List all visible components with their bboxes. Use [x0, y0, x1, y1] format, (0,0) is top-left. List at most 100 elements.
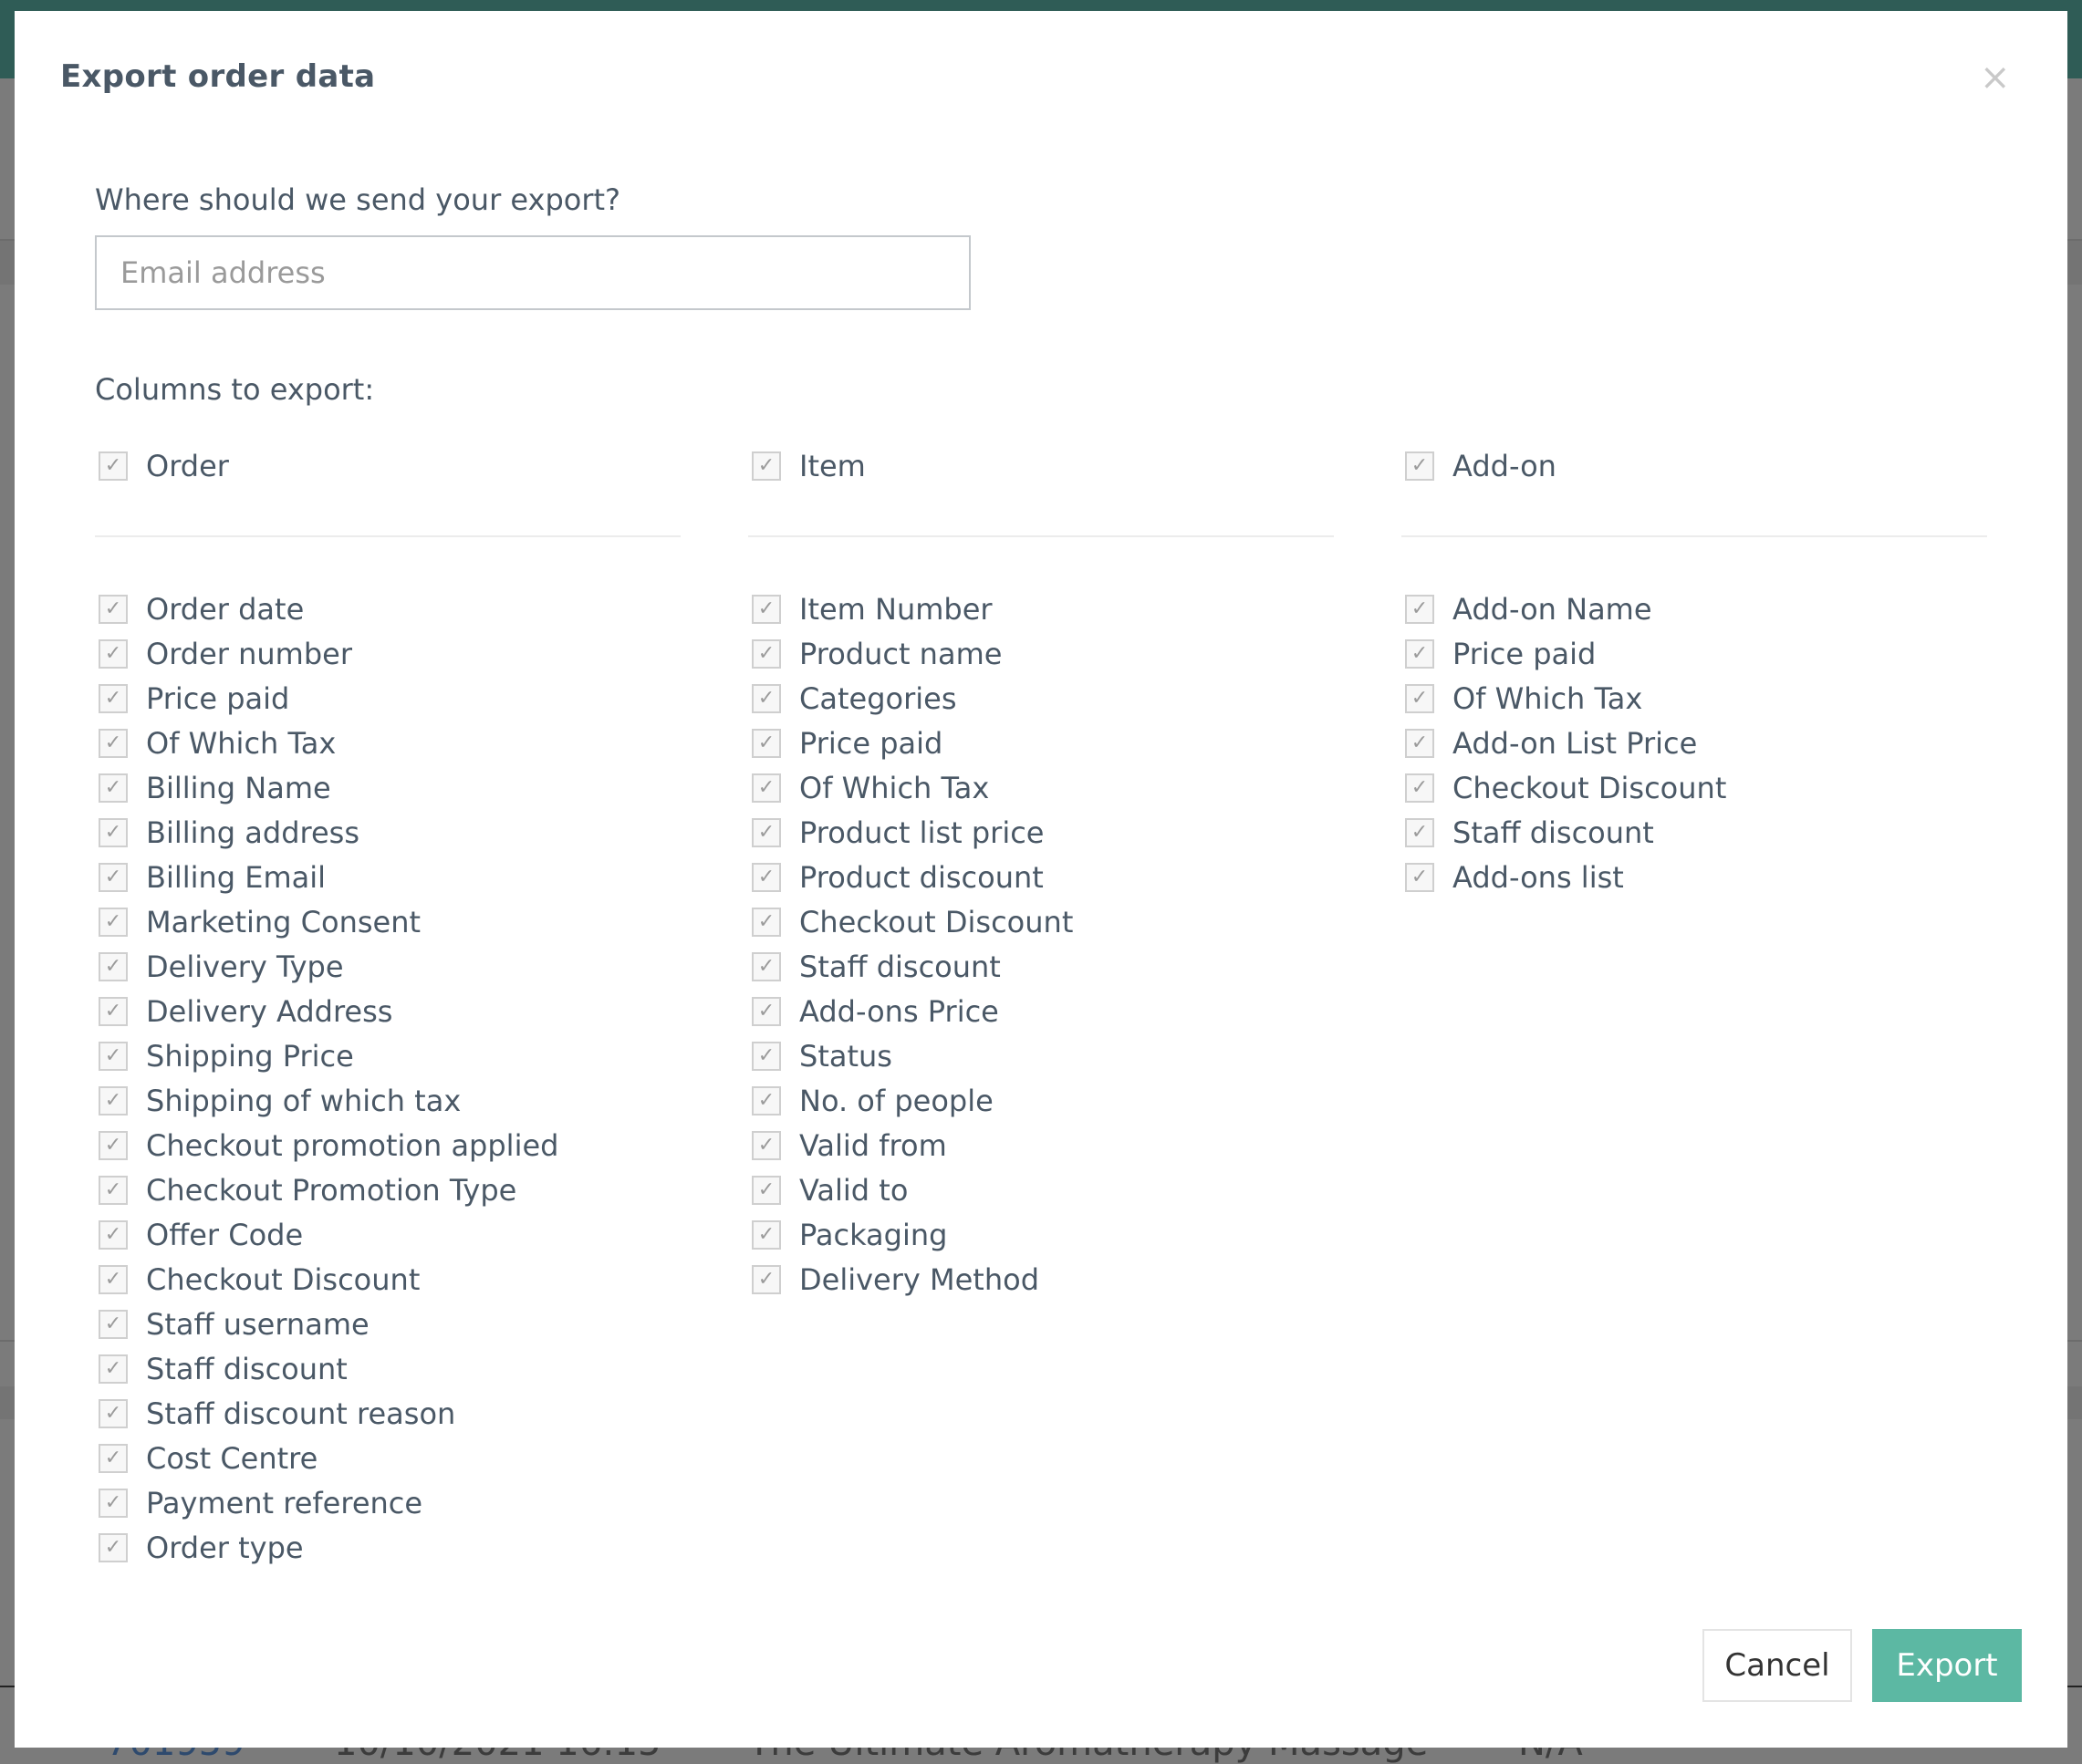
billing-email-checkbox[interactable]: ✓ Billing Email — [95, 855, 681, 899]
checkbox-check-icon[interactable]: ✓ — [1405, 594, 1434, 624]
close-icon[interactable]: × — [1980, 59, 2011, 96]
offer-code-checkbox[interactable]: ✓ Offer Code — [95, 1212, 681, 1257]
status-checkbox[interactable]: ✓ Status — [748, 1033, 1334, 1078]
checkbox-check-icon[interactable]: ✓ — [99, 951, 128, 981]
checkbox-check-icon[interactable]: ✓ — [99, 728, 128, 758]
checkbox-check-icon[interactable]: ✓ — [99, 1309, 128, 1339]
checkbox-check-icon[interactable]: ✓ — [1405, 728, 1434, 758]
select-all-item-checkbox[interactable]: ✓ Item — [748, 443, 1334, 488]
checkbox-check-icon[interactable]: ✓ — [99, 1443, 128, 1473]
select-all-add-on-checkbox[interactable]: ✓ Add-on — [1401, 443, 1987, 488]
packaging-checkbox[interactable]: ✓ Packaging — [748, 1212, 1334, 1257]
checkbox-check-icon[interactable]: ✓ — [1405, 862, 1434, 892]
checkbox-check-icon[interactable]: ✓ — [752, 1085, 781, 1115]
add-ons-list-checkbox[interactable]: ✓ Add-ons list — [1401, 855, 1987, 899]
checkbox-check-icon[interactable]: ✓ — [99, 862, 128, 892]
checkbox-check-icon[interactable]: ✓ — [1405, 683, 1434, 713]
checkbox-check-icon[interactable]: ✓ — [752, 638, 781, 669]
checkbox-check-icon[interactable]: ✓ — [752, 1264, 781, 1294]
checkbox-check-icon[interactable]: ✓ — [99, 1398, 128, 1428]
checkout-promotion-type-checkbox[interactable]: ✓ Checkout Promotion Type — [95, 1167, 681, 1212]
marketing-consent-checkbox[interactable]: ✓ Marketing Consent — [95, 899, 681, 944]
delivery-method-checkbox[interactable]: ✓ Delivery Method — [748, 1257, 1334, 1302]
checkbox-check-icon[interactable]: ✓ — [1405, 817, 1434, 847]
checkbox-check-icon[interactable]: ✓ — [99, 451, 128, 481]
checkbox-check-icon[interactable]: ✓ — [99, 1354, 128, 1384]
order-date-checkbox[interactable]: ✓ Order date — [95, 586, 681, 631]
price-paid-checkbox[interactable]: ✓ Price paid — [748, 721, 1334, 765]
no-of-people-checkbox[interactable]: ✓ No. of people — [748, 1078, 1334, 1123]
product-list-price-checkbox[interactable]: ✓ Product list price — [748, 810, 1334, 855]
shipping-of-which-tax-checkbox[interactable]: ✓ Shipping of which tax — [95, 1078, 681, 1123]
delivery-address-checkbox[interactable]: ✓ Delivery Address — [95, 989, 681, 1033]
cancel-button[interactable]: Cancel — [1702, 1629, 1852, 1702]
email-input[interactable] — [95, 235, 971, 310]
cost-centre-checkbox[interactable]: ✓ Cost Centre — [95, 1436, 681, 1480]
checkbox-check-icon[interactable]: ✓ — [752, 1130, 781, 1160]
product-name-checkbox[interactable]: ✓ Product name — [748, 631, 1334, 676]
checkbox-check-icon[interactable]: ✓ — [99, 1532, 128, 1562]
shipping-price-checkbox[interactable]: ✓ Shipping Price — [95, 1033, 681, 1078]
checkbox-check-icon[interactable]: ✓ — [99, 773, 128, 803]
categories-checkbox[interactable]: ✓ Categories — [748, 676, 1334, 721]
checkbox-check-icon[interactable]: ✓ — [752, 683, 781, 713]
select-all-order-checkbox[interactable]: ✓ Order — [95, 443, 681, 488]
checkbox-check-icon[interactable]: ✓ — [752, 1175, 781, 1205]
checkbox-check-icon[interactable]: ✓ — [99, 996, 128, 1026]
checkbox-check-icon[interactable]: ✓ — [99, 594, 128, 624]
checkbox-check-icon[interactable]: ✓ — [1405, 638, 1434, 669]
checkbox-check-icon[interactable]: ✓ — [99, 907, 128, 937]
checkbox-check-icon[interactable]: ✓ — [752, 996, 781, 1026]
checkbox-check-icon[interactable]: ✓ — [99, 1264, 128, 1294]
checkbox-check-icon[interactable]: ✓ — [752, 951, 781, 981]
of-which-tax-checkbox[interactable]: ✓ Of Which Tax — [1401, 676, 1987, 721]
staff-discount-checkbox[interactable]: ✓ Staff discount — [748, 944, 1334, 989]
add-ons-price-checkbox[interactable]: ✓ Add-ons Price — [748, 989, 1334, 1033]
checkbox-check-icon[interactable]: ✓ — [99, 683, 128, 713]
of-which-tax-checkbox[interactable]: ✓ Of Which Tax — [748, 765, 1334, 810]
payment-reference-checkbox[interactable]: ✓ Payment reference — [95, 1480, 681, 1525]
checkbox-check-icon[interactable]: ✓ — [752, 1041, 781, 1071]
order-number-checkbox[interactable]: ✓ Order number — [95, 631, 681, 676]
billing-address-checkbox[interactable]: ✓ Billing address — [95, 810, 681, 855]
item-number-checkbox[interactable]: ✓ Item Number — [748, 586, 1334, 631]
checkbox-check-icon[interactable]: ✓ — [1405, 773, 1434, 803]
checkbox-check-icon[interactable]: ✓ — [99, 1130, 128, 1160]
checkbox-check-icon[interactable]: ✓ — [752, 594, 781, 624]
checkbox-check-icon[interactable]: ✓ — [99, 1175, 128, 1205]
checkbox-check-icon[interactable]: ✓ — [752, 862, 781, 892]
add-on-name-checkbox[interactable]: ✓ Add-on Name — [1401, 586, 1987, 631]
checkbox-check-icon[interactable]: ✓ — [99, 1085, 128, 1115]
product-discount-checkbox[interactable]: ✓ Product discount — [748, 855, 1334, 899]
checkbox-check-icon[interactable]: ✓ — [99, 1219, 128, 1250]
add-on-list-price-checkbox[interactable]: ✓ Add-on List Price — [1401, 721, 1987, 765]
checkbox-check-icon[interactable]: ✓ — [752, 907, 781, 937]
checkbox-check-icon[interactable]: ✓ — [752, 728, 781, 758]
checkout-discount-checkbox[interactable]: ✓ Checkout Discount — [1401, 765, 1987, 810]
checkbox-check-icon[interactable]: ✓ — [1405, 451, 1434, 481]
order-type-checkbox[interactable]: ✓ Order type — [95, 1525, 681, 1570]
valid-to-checkbox[interactable]: ✓ Valid to — [748, 1167, 1334, 1212]
checkbox-check-icon[interactable]: ✓ — [752, 451, 781, 481]
staff-discount-checkbox[interactable]: ✓ Staff discount — [95, 1346, 681, 1391]
billing-name-checkbox[interactable]: ✓ Billing Name — [95, 765, 681, 810]
checkout-discount-checkbox[interactable]: ✓ Checkout Discount — [95, 1257, 681, 1302]
staff-discount-reason-checkbox[interactable]: ✓ Staff discount reason — [95, 1391, 681, 1436]
delivery-type-checkbox[interactable]: ✓ Delivery Type — [95, 944, 681, 989]
checkout-discount-checkbox[interactable]: ✓ Checkout Discount — [748, 899, 1334, 944]
checkout-promotion-applied-checkbox[interactable]: ✓ Checkout promotion applied — [95, 1123, 681, 1167]
export-button[interactable]: Export — [1872, 1629, 2022, 1702]
checkbox-check-icon[interactable]: ✓ — [99, 1488, 128, 1518]
checkbox-check-icon[interactable]: ✓ — [752, 817, 781, 847]
checkbox-check-icon[interactable]: ✓ — [752, 773, 781, 803]
checkbox-check-icon[interactable]: ✓ — [99, 1041, 128, 1071]
checkbox-check-icon[interactable]: ✓ — [99, 817, 128, 847]
of-which-tax-checkbox[interactable]: ✓ Of Which Tax — [95, 721, 681, 765]
valid-from-checkbox[interactable]: ✓ Valid from — [748, 1123, 1334, 1167]
staff-username-checkbox[interactable]: ✓ Staff username — [95, 1302, 681, 1346]
staff-discount-checkbox[interactable]: ✓ Staff discount — [1401, 810, 1987, 855]
checkbox-check-icon[interactable]: ✓ — [99, 638, 128, 669]
price-paid-checkbox[interactable]: ✓ Price paid — [95, 676, 681, 721]
price-paid-checkbox[interactable]: ✓ Price paid — [1401, 631, 1987, 676]
checkbox-check-icon[interactable]: ✓ — [752, 1219, 781, 1250]
